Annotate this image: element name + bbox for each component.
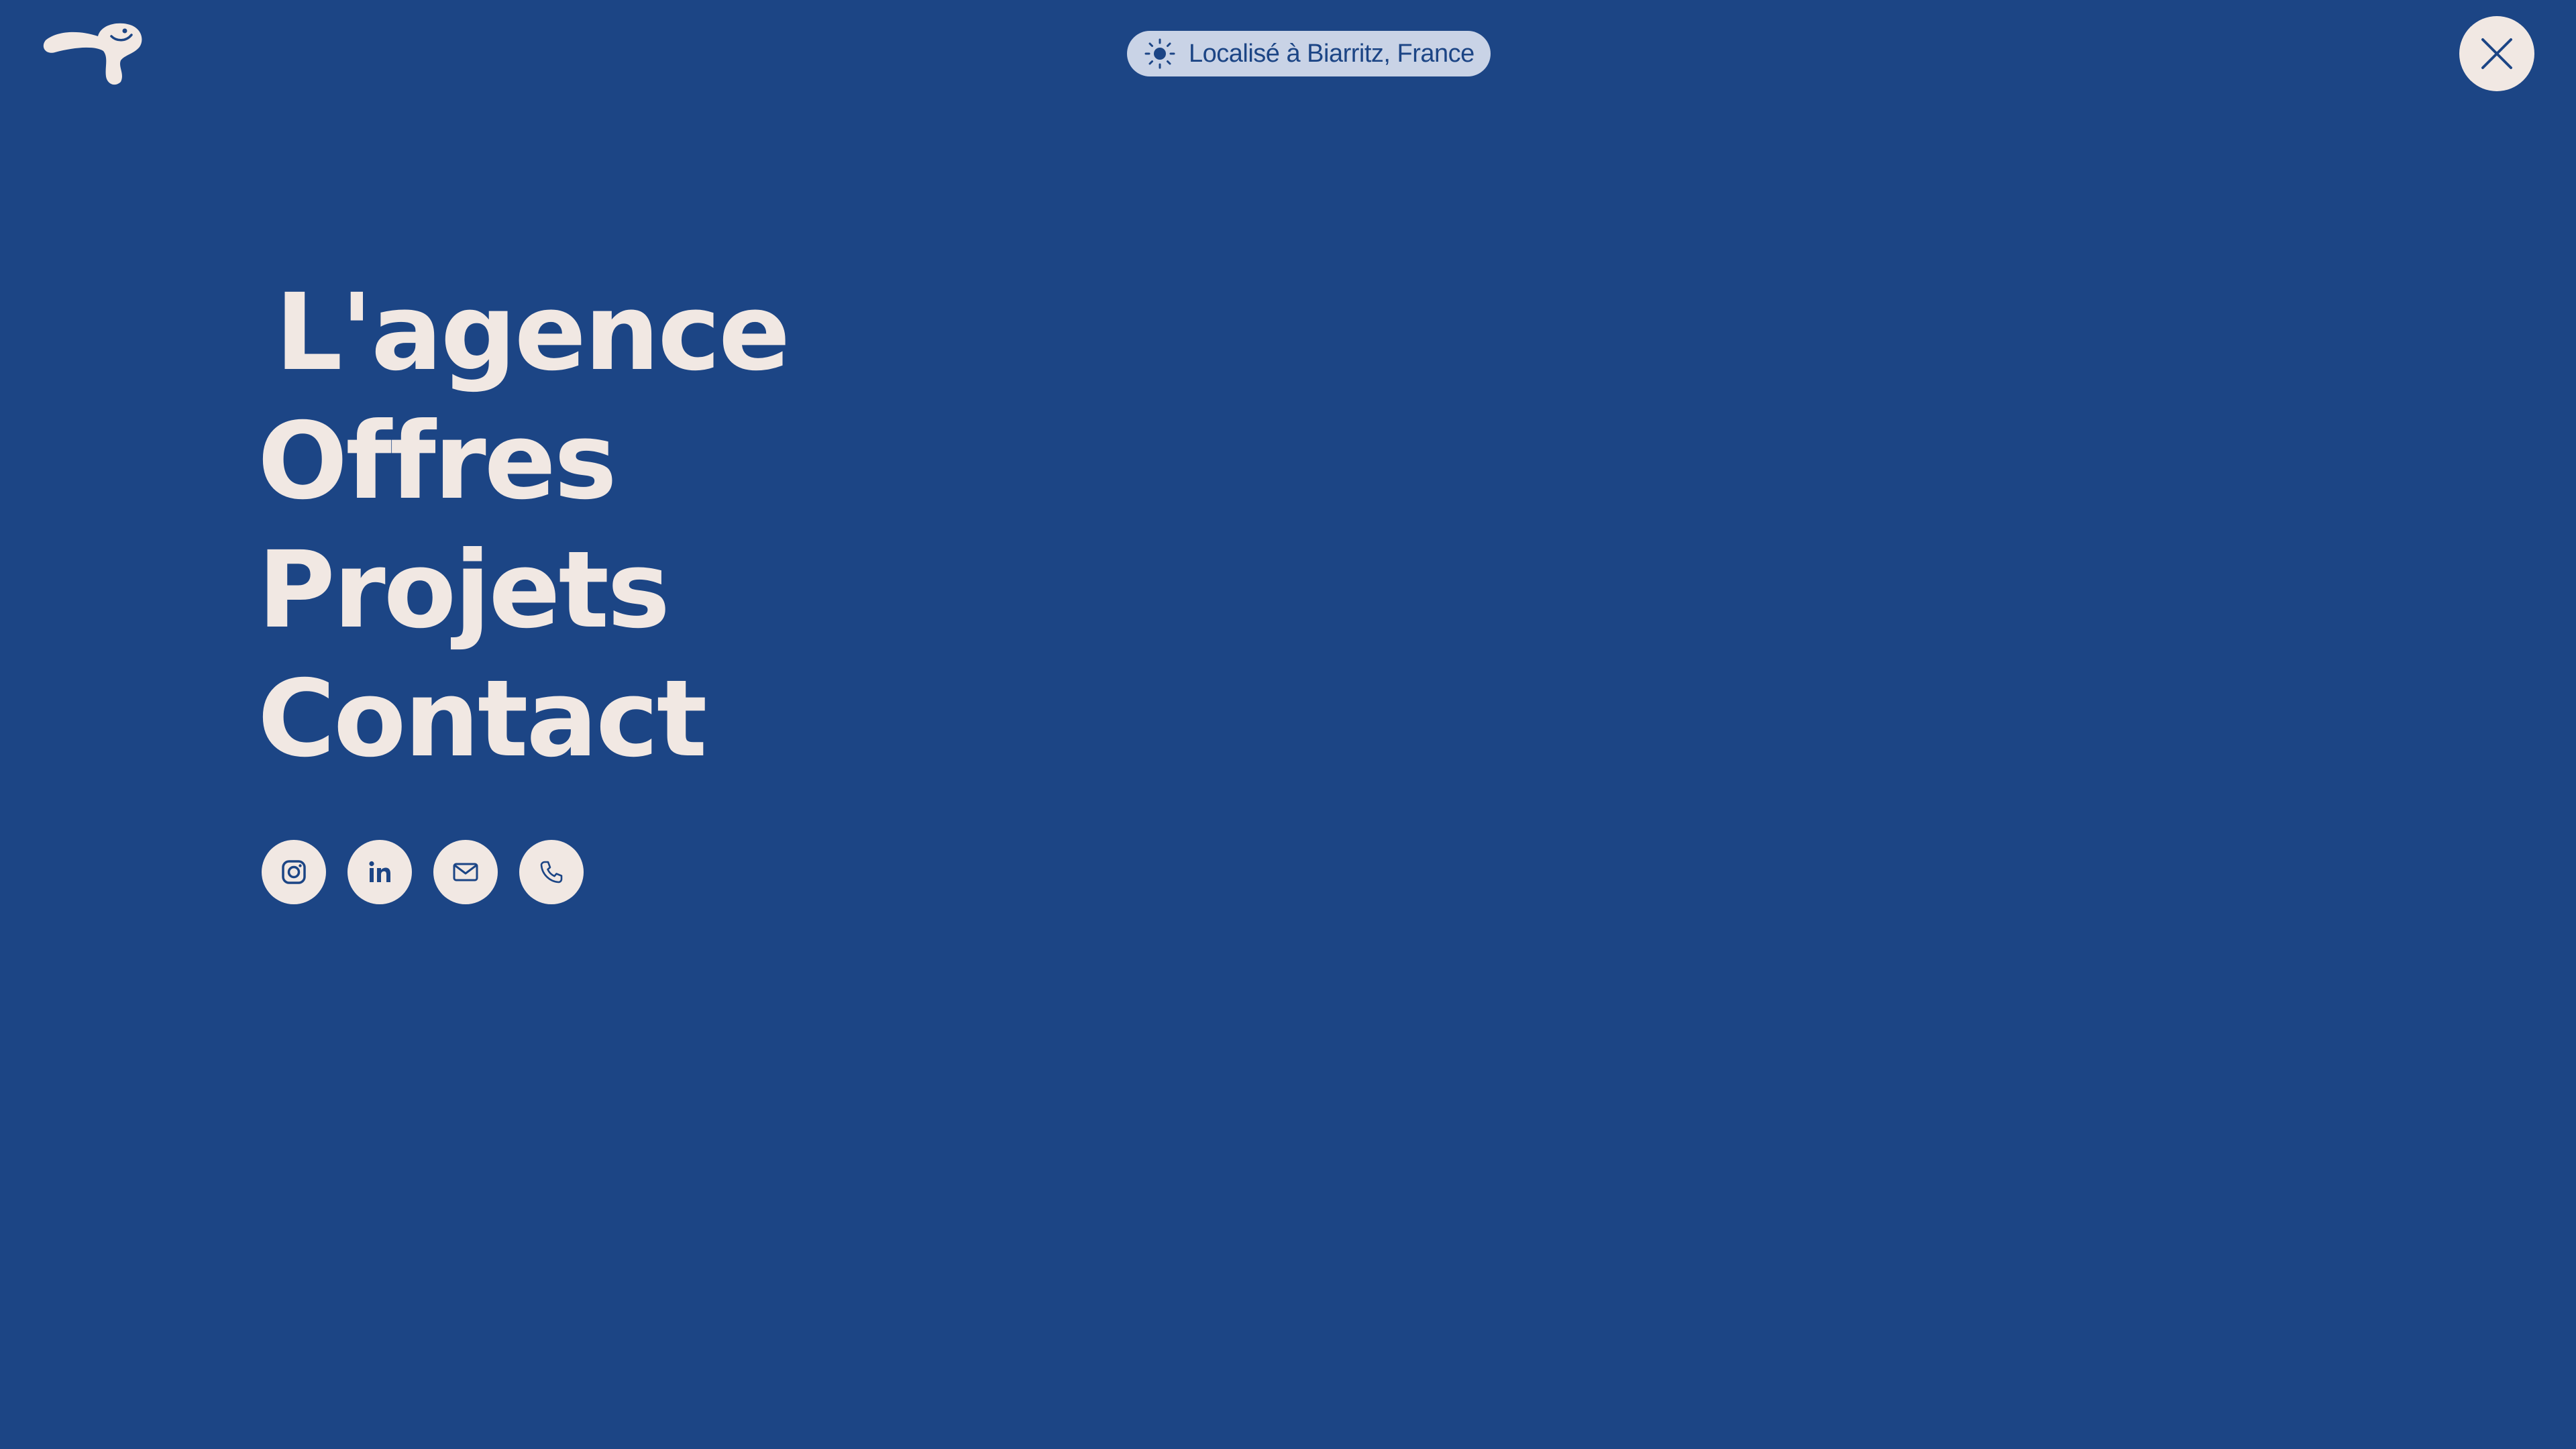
close-icon <box>2481 38 2512 69</box>
menu-item-contact[interactable]: Contact <box>258 655 788 784</box>
sun-icon <box>1144 38 1175 69</box>
email-button[interactable] <box>433 840 498 904</box>
linkedin-button[interactable] <box>347 840 412 904</box>
brand-logo[interactable] <box>42 20 145 87</box>
close-menu-button[interactable] <box>2459 16 2534 91</box>
instagram-button[interactable] <box>262 840 326 904</box>
main-navigation-menu: L'agence Offres Projets Contact <box>258 268 790 784</box>
mail-icon <box>453 863 478 881</box>
social-links <box>262 840 584 904</box>
location-text: Localisé à Biarritz, France <box>1189 39 1474 68</box>
brand-mascot-logo-icon <box>43 23 142 85</box>
location-badge: Localisé à Biarritz, France <box>1127 31 1491 76</box>
menu-item-projets[interactable]: Projets <box>258 526 788 655</box>
instagram-icon <box>282 860 306 884</box>
phone-icon <box>540 861 563 883</box>
linkedin-icon <box>369 861 390 882</box>
phone-button[interactable] <box>519 840 584 904</box>
menu-item-offres[interactable]: Offres <box>258 397 788 526</box>
menu-item-agence[interactable]: L'agence <box>258 268 790 397</box>
